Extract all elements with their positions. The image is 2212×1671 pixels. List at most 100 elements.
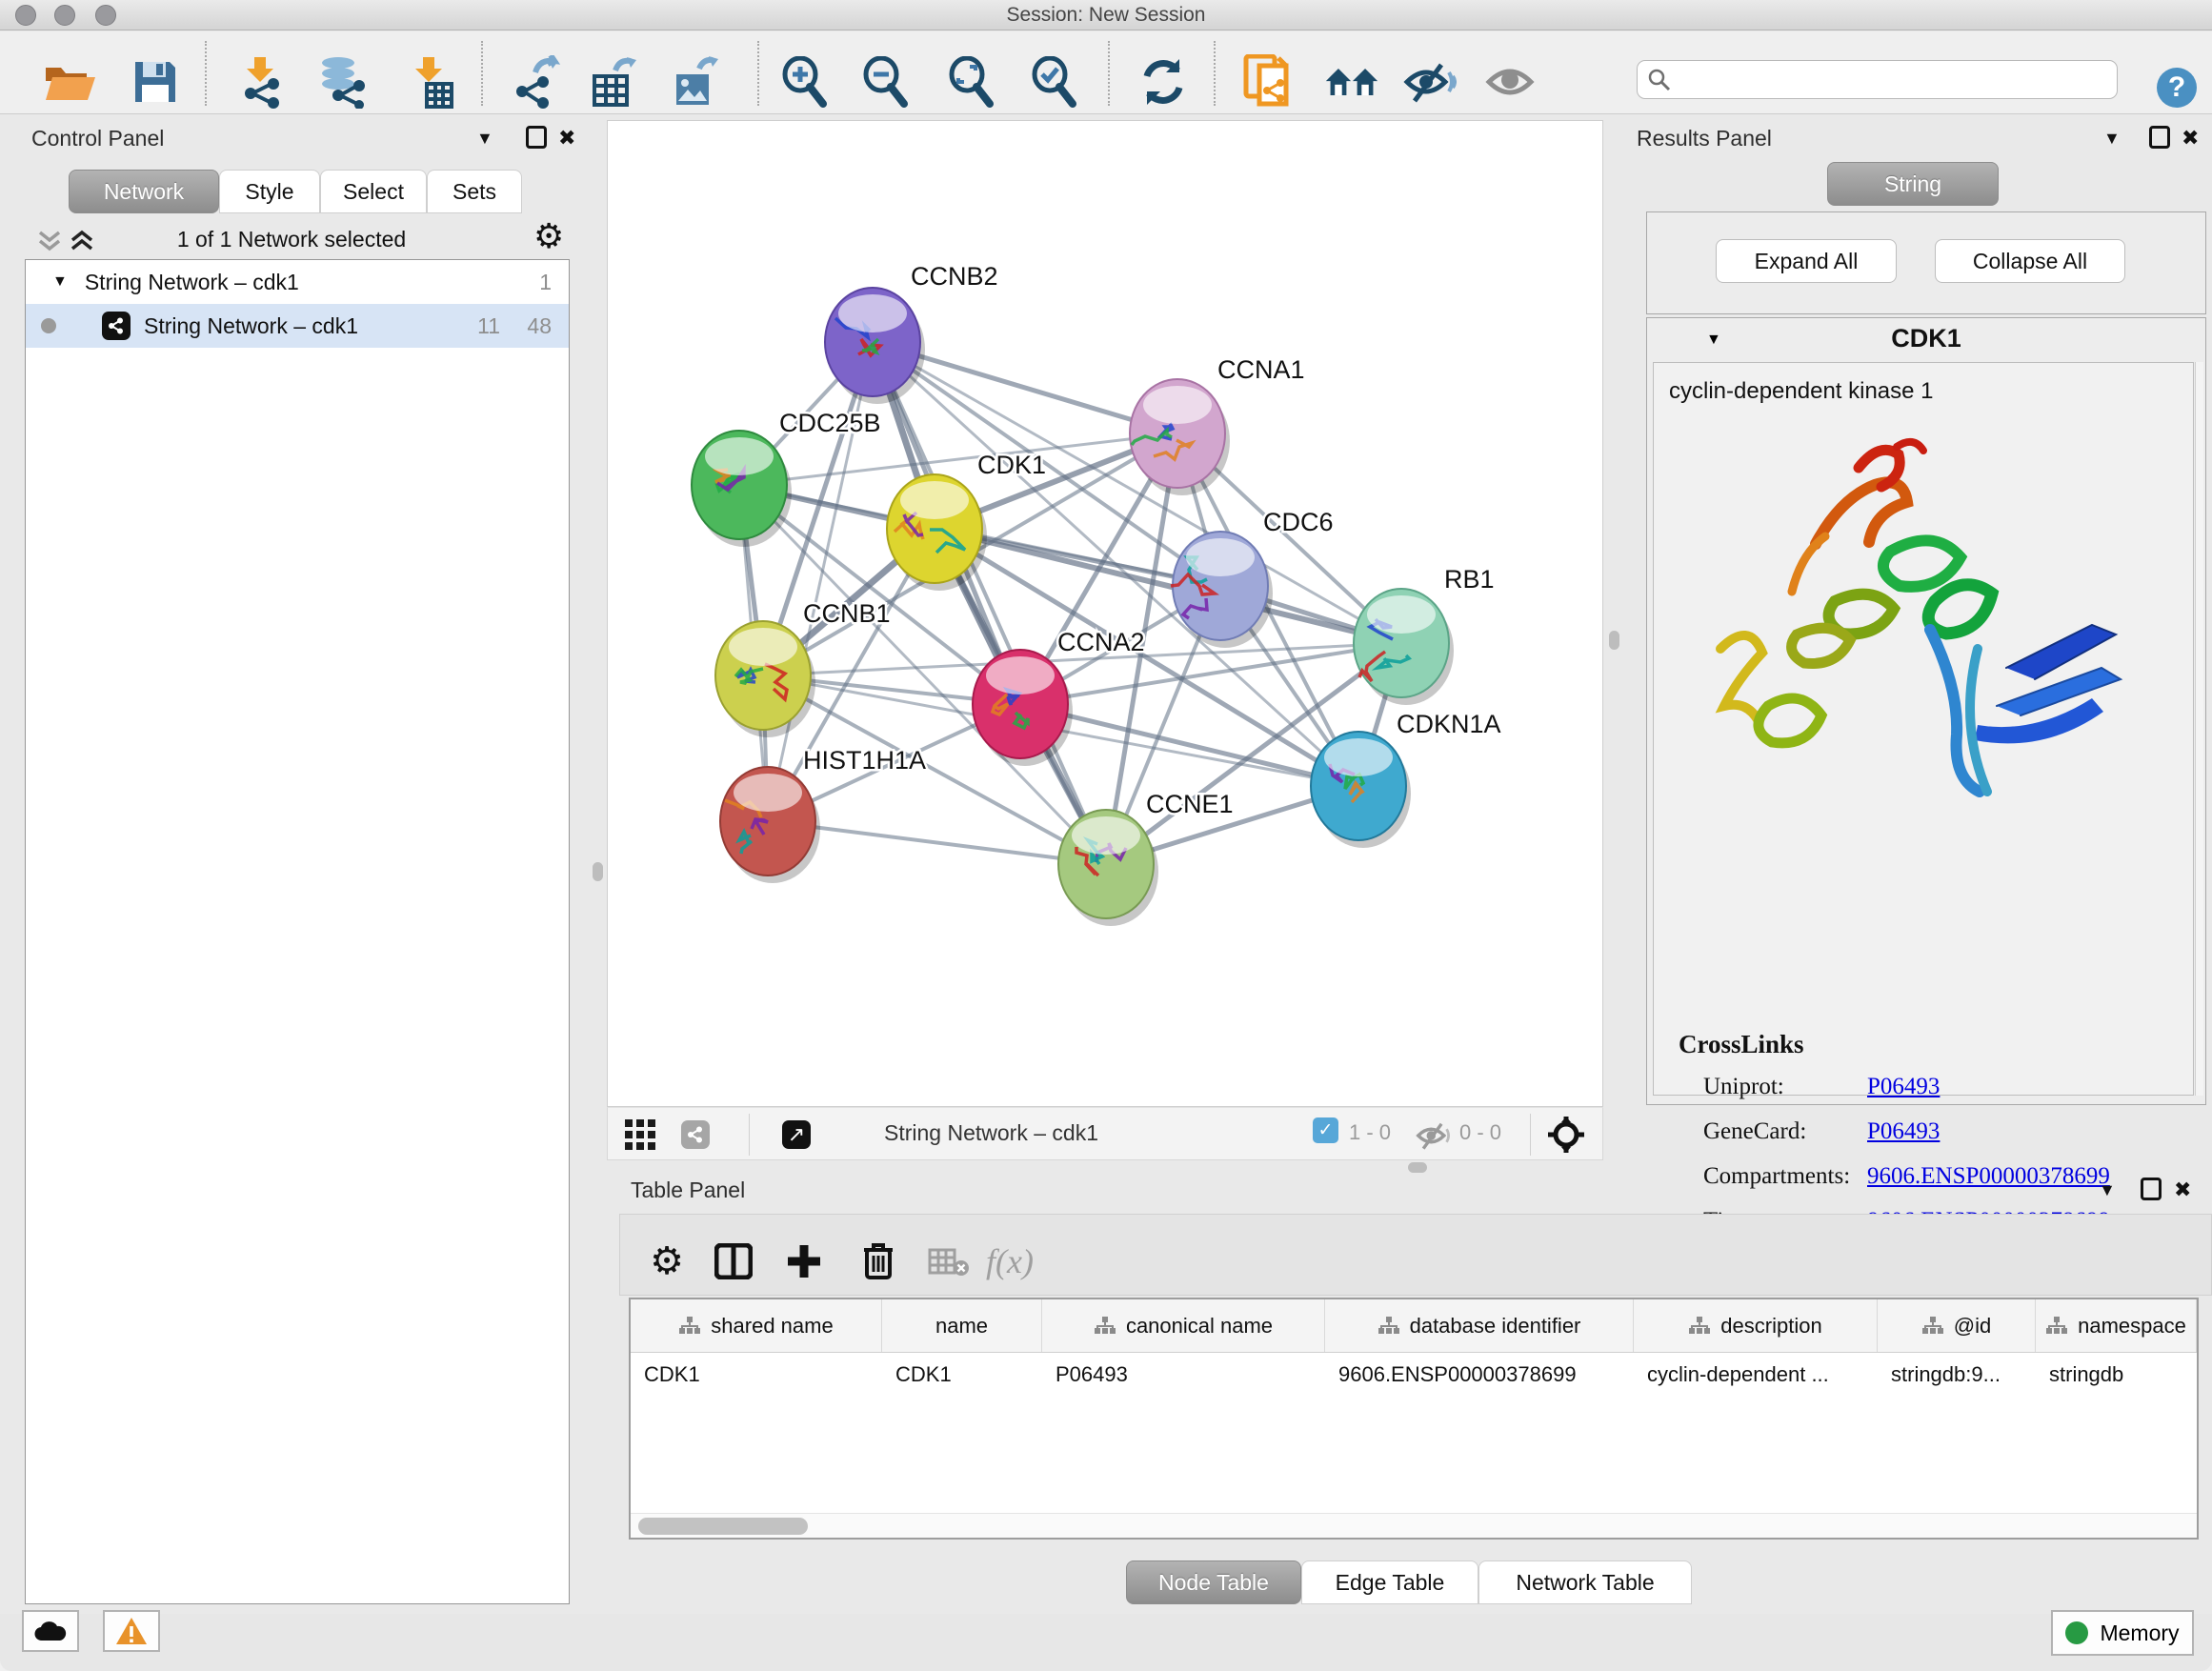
open-session-button[interactable]: [42, 54, 97, 110]
tab-network-table[interactable]: Network Table: [1478, 1560, 1692, 1604]
network-node-ccnb2[interactable]: CCNB2: [825, 262, 998, 404]
cloud-status-button[interactable]: [22, 1610, 79, 1652]
protein-structure-image: [1692, 430, 2130, 839]
network-node-cdc6[interactable]: CDC6: [1171, 508, 1334, 648]
network-canvas-svg[interactable]: CCNB2CCNA1CDC25BCDK1CDC6RB1CCNB1CCNA2CDK…: [608, 121, 1602, 1106]
expand-all-button[interactable]: Expand All: [1716, 239, 1897, 283]
column-header--id[interactable]: @id: [1878, 1299, 2036, 1352]
network-edge[interactable]: [873, 342, 1106, 864]
network-node-ccna1[interactable]: CCNA1: [1130, 355, 1305, 495]
column-header-database-identifier[interactable]: database identifier: [1325, 1299, 1634, 1352]
delete-column-button[interactable]: [852, 1235, 905, 1288]
import-table-file-button[interactable]: [402, 54, 457, 110]
export-network-button[interactable]: [509, 54, 564, 110]
selected-indicator-checkbox[interactable]: ✓: [1313, 1117, 1338, 1143]
tab-network[interactable]: Network: [69, 170, 219, 213]
delete-table-icon: [928, 1246, 970, 1277]
table-cell[interactable]: cyclin-dependent ...: [1634, 1353, 1878, 1397]
import-network-database-button[interactable]: [315, 54, 371, 110]
birds-eye-view-button[interactable]: ↗: [775, 1114, 817, 1156]
column-header-description[interactable]: description: [1634, 1299, 1878, 1352]
tab-edge-table[interactable]: Edge Table: [1301, 1560, 1478, 1604]
show-all-button[interactable]: [1484, 54, 1539, 110]
zoom-fit-button[interactable]: [943, 54, 998, 110]
panel-dropdown-icon[interactable]: ▼: [476, 130, 493, 147]
table-cell[interactable]: stringdb:9...: [1878, 1353, 2036, 1397]
network-edge[interactable]: [935, 529, 1401, 643]
toggle-graphics-details-button[interactable]: [1324, 54, 1379, 110]
panel-close-icon[interactable]: ✖: [2182, 128, 2199, 149]
crosslink-link[interactable]: P06493: [1867, 1118, 1940, 1145]
network-collection-row[interactable]: ▼ String Network – cdk1 1: [26, 260, 569, 304]
memory-button[interactable]: Memory: [2051, 1610, 2194, 1656]
network-canvas[interactable]: CCNB2CCNA1CDC25BCDK1CDC6RB1CCNB1CCNA2CDK…: [607, 120, 1603, 1107]
network-node-rb1[interactable]: RB1: [1354, 565, 1495, 705]
new-network-from-selection-button[interactable]: [1241, 54, 1297, 110]
hide-selected-button[interactable]: [1402, 54, 1458, 110]
crosslink-link[interactable]: P06493: [1867, 1074, 1940, 1100]
results-scrollbar[interactable]: [2195, 362, 2203, 1096]
function-builder-button[interactable]: f(x): [983, 1235, 1036, 1288]
refresh-view-button[interactable]: [1136, 54, 1191, 110]
panel-close-icon[interactable]: ✖: [2174, 1179, 2191, 1200]
collection-expand-icon[interactable]: ▼: [52, 273, 68, 291]
panel-dropdown-icon[interactable]: ▼: [2103, 130, 2121, 147]
network-node-cdk1[interactable]: CDK1: [887, 451, 1046, 591]
grid-view-button[interactable]: [619, 1114, 661, 1156]
table-cell[interactable]: P06493: [1042, 1353, 1325, 1397]
column-header-name[interactable]: name: [882, 1299, 1042, 1352]
network-node-cdc25b[interactable]: CDC25B: [692, 409, 881, 547]
tab-string[interactable]: String: [1827, 162, 1999, 206]
network-edge-count: 48: [527, 313, 552, 339]
search-field[interactable]: [1637, 60, 2118, 99]
network-node-ccnb1[interactable]: CCNB1: [715, 599, 891, 737]
collapse-all-button[interactable]: Collapse All: [1935, 239, 2125, 283]
tab-style[interactable]: Style: [219, 170, 320, 213]
zoom-out-button[interactable]: [857, 54, 913, 110]
database-icon: [315, 55, 371, 109]
panel-float-icon[interactable]: [526, 126, 547, 149]
network-options-gear-icon[interactable]: ⚙: [533, 219, 564, 253]
table-options-gear-icon[interactable]: ⚙: [640, 1235, 694, 1288]
column-header-label: name: [935, 1314, 988, 1339]
table-horizontal-scrollbar: [631, 1513, 2197, 1538]
toolbar-separator: [481, 41, 483, 106]
network-node-ccne1[interactable]: CCNE1: [1058, 790, 1234, 926]
import-network-file-button[interactable]: [233, 54, 289, 110]
table-cell[interactable]: stringdb: [2036, 1353, 2197, 1397]
network-node-hist1h1a[interactable]: HIST1H1A: [720, 746, 926, 883]
network-node-cdkn1a[interactable]: CDKN1A: [1311, 710, 1501, 848]
search-input[interactable]: [1672, 69, 2091, 91]
network-view-share-button[interactable]: [674, 1114, 716, 1156]
help-button[interactable]: ?: [2157, 68, 2197, 108]
shared-column-icon: [1921, 1316, 1944, 1337]
warning-status-button[interactable]: [103, 1610, 160, 1652]
fit-selected-button[interactable]: [1545, 1114, 1587, 1156]
create-column-button[interactable]: [777, 1235, 831, 1288]
network-row[interactable]: String Network – cdk1 11 48: [26, 304, 569, 348]
column-header-canonical-name[interactable]: canonical name: [1042, 1299, 1325, 1352]
tab-select[interactable]: Select: [320, 170, 427, 213]
left-splitter-handle[interactable]: [593, 862, 603, 881]
table-cell[interactable]: CDK1: [882, 1353, 1042, 1397]
tab-node-table[interactable]: Node Table: [1126, 1560, 1301, 1604]
right-splitter-handle[interactable]: [1609, 631, 1619, 650]
table-cell[interactable]: 9606.ENSP00000378699: [1325, 1353, 1634, 1397]
scrollbar-thumb[interactable]: [638, 1518, 808, 1535]
table-cell[interactable]: CDK1: [631, 1353, 882, 1397]
show-columns-button[interactable]: [707, 1235, 760, 1288]
panel-close-icon[interactable]: ✖: [558, 128, 575, 149]
table-row[interactable]: CDK1CDK1P064939606.ENSP00000378699cyclin…: [631, 1353, 2197, 1397]
panel-dropdown-icon[interactable]: ▼: [2099, 1181, 2116, 1198]
zoom-in-button[interactable]: [776, 54, 832, 110]
delete-table-button[interactable]: [922, 1235, 975, 1288]
column-header-namespace[interactable]: namespace: [2036, 1299, 2197, 1352]
panel-float-icon[interactable]: [2149, 126, 2170, 149]
zoom-selected-button[interactable]: [1026, 54, 1081, 110]
save-session-button[interactable]: [128, 54, 183, 110]
export-image-button[interactable]: [667, 54, 722, 110]
export-table-button[interactable]: [585, 54, 640, 110]
tab-sets[interactable]: Sets: [427, 170, 522, 213]
panel-float-icon[interactable]: [2141, 1178, 2162, 1200]
column-header-shared-name[interactable]: shared name: [631, 1299, 882, 1352]
